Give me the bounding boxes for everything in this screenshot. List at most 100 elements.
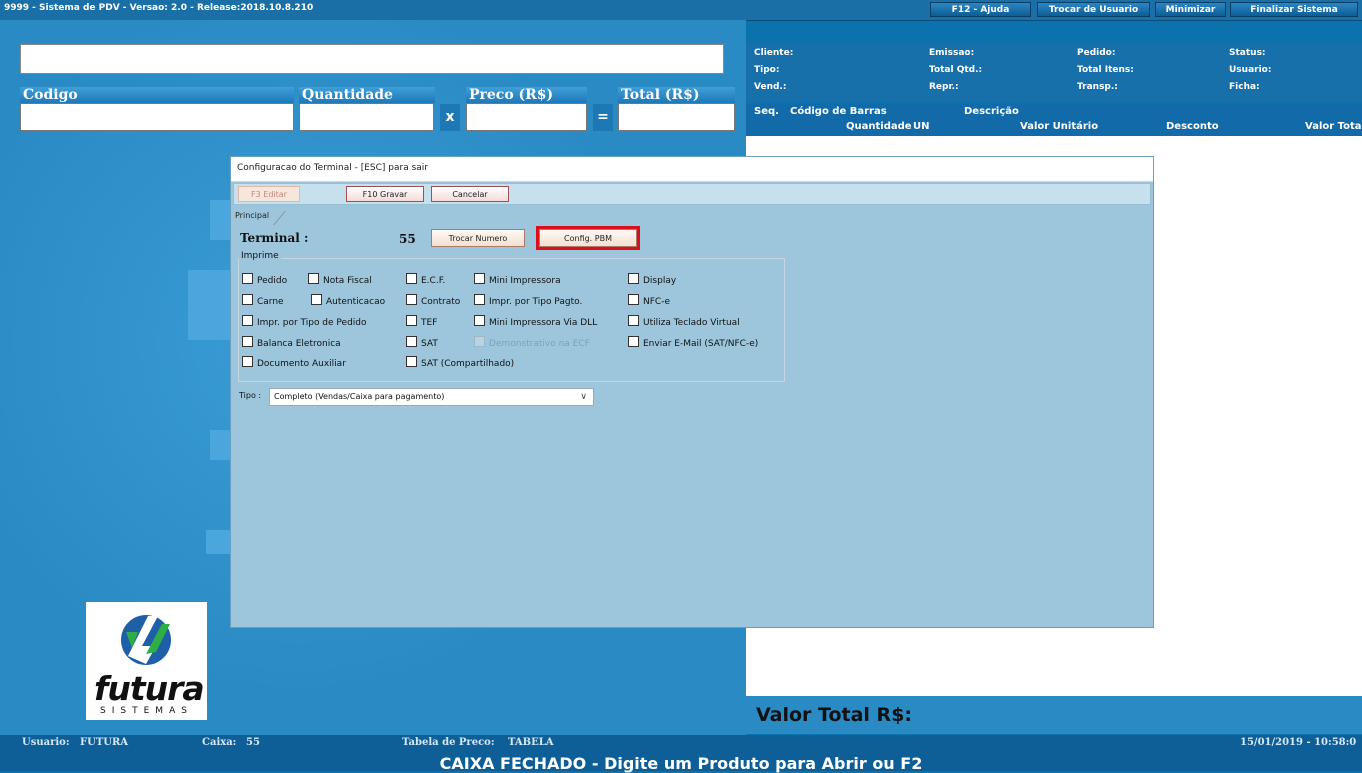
checkbox-label: SAT (Compartilhado): [421, 359, 515, 369]
checkbox-label: Enviar E-Mail (SAT/NFC-e): [643, 339, 759, 349]
status-usuario-label: Usuario:: [22, 737, 70, 748]
checkbox-balanca[interactable]: Balanca Eletronica: [242, 336, 341, 349]
checkbox-label: Autenticacao: [326, 297, 386, 307]
col-valor-unitario: Valor Unitário: [1020, 121, 1099, 132]
background-decoration: [188, 270, 236, 340]
help-button[interactable]: F12 - Ajuda: [930, 2, 1031, 17]
checkbox-ecf[interactable]: E.C.F.: [406, 273, 445, 286]
checkbox-autenticacao[interactable]: Autenticacao: [311, 294, 385, 307]
equals-sign: =: [593, 104, 613, 131]
status-tabela-value: TABELA: [508, 737, 554, 748]
checkbox-pedido[interactable]: Pedido: [242, 273, 287, 286]
caixa-status-message: CAIXA FECHADO - Digite um Produto para A…: [439, 754, 923, 773]
checkbox-icon: [406, 294, 417, 305]
checkbox-icon: [308, 273, 319, 284]
checkbox-label: NFC-e: [643, 297, 670, 307]
product-search-input[interactable]: [20, 44, 724, 74]
checkbox-label: Contrato: [421, 297, 461, 307]
checkbox-icon: [474, 294, 485, 305]
checkbox-label: Nota Fiscal: [323, 276, 372, 286]
checkbox-icon: [628, 294, 639, 305]
checkbox-nota-fiscal[interactable]: Nota Fiscal: [308, 273, 372, 286]
emissao-label: Emissao:: [929, 48, 975, 58]
title-bar: 9999 - Sistema de PDV - Versao: 2.0 - Re…: [0, 0, 1362, 21]
checkbox-icon: [628, 336, 639, 347]
checkbox-icon: [474, 315, 485, 326]
checkbox-icon: [628, 315, 639, 326]
edit-button[interactable]: F3 Editar: [238, 186, 300, 202]
checkbox-carne[interactable]: Carne: [242, 294, 284, 307]
checkbox-impr-tipo-pedido[interactable]: Impr. por Tipo de Pedido: [242, 315, 367, 328]
checkbox-nfce[interactable]: NFC-e: [628, 294, 670, 307]
status-usuario-value: FUTURA: [80, 737, 129, 748]
tab-divider: [273, 211, 300, 225]
valor-total-label: Valor Total R$:: [756, 704, 913, 726]
cancel-button[interactable]: Cancelar: [431, 186, 509, 202]
checkbox-icon: [242, 336, 253, 347]
tipo-select[interactable]: Completo (Vendas/Caixa para pagamento) ∨: [269, 388, 594, 406]
change-number-button[interactable]: Trocar Numero: [431, 229, 525, 247]
checkbox-label: TEF: [421, 318, 438, 328]
preco-label: Preco (R$): [466, 87, 587, 103]
checkbox-icon: [628, 273, 639, 284]
minimize-button[interactable]: Minimizar: [1155, 2, 1226, 17]
col-quantidade: Quantidade: [846, 121, 912, 132]
checkbox-enviar-email[interactable]: Enviar E-Mail (SAT/NFC-e): [628, 336, 758, 349]
col-seq: Seq.: [754, 106, 779, 117]
usuario-label: Usuario:: [1229, 65, 1272, 75]
checkbox-mini-impressora[interactable]: Mini Impressora: [474, 273, 561, 286]
terminal-number: 55: [399, 232, 416, 246]
total-qtd-label: Total Qtd.:: [929, 65, 983, 75]
checkbox-icon: [242, 273, 253, 284]
checkbox-icon: [242, 294, 253, 305]
codigo-input[interactable]: [20, 103, 294, 131]
checkbox-sat-compartilhado[interactable]: SAT (Compartilhado): [406, 356, 514, 369]
logo-text: futura: [94, 669, 205, 708]
preco-input[interactable]: [466, 103, 587, 131]
futura-logo: futura SISTEMAS: [86, 602, 207, 720]
transp-label: Transp.:: [1077, 82, 1118, 92]
checkbox-icon: [406, 315, 417, 326]
checkbox-icon: [242, 356, 253, 367]
checkbox-teclado-virtual[interactable]: Utiliza Teclado Virtual: [628, 315, 740, 328]
quantidade-label: Quantidade: [299, 87, 435, 103]
dialog-toolbar: F3 Editar F10 Gravar Cancelar: [233, 183, 1151, 205]
checkbox-sat[interactable]: SAT: [406, 336, 438, 349]
save-button[interactable]: F10 Gravar: [346, 186, 424, 202]
checkbox-mini-impressora-dll[interactable]: Mini Impressora Via DLL: [474, 315, 597, 328]
checkbox-label: Pedido: [257, 276, 288, 286]
tipo-label: Tipo:: [754, 65, 780, 75]
quantidade-input[interactable]: [299, 103, 434, 131]
checkbox-label: Mini Impressora Via DLL: [489, 318, 598, 328]
valor-total-panel: Valor Total R$:: [746, 696, 1362, 734]
checkbox-label: Impr. por Tipo Pagto.: [489, 297, 583, 307]
switch-user-button[interactable]: Trocar de Usuario: [1037, 2, 1150, 17]
window-title: 9999 - Sistema de PDV - Versao: 2.0 - Re…: [4, 3, 314, 13]
order-header: Cliente: Tipo: Vend.: Emissao: Total Qtd…: [746, 44, 1362, 102]
logo-subtext: SISTEMAS: [100, 706, 193, 716]
checkbox-contrato[interactable]: Contrato: [406, 294, 460, 307]
col-desconto: Desconto: [1166, 121, 1219, 132]
terminal-config-dialog: Configuracao do Terminal - [ESC] para sa…: [230, 156, 1154, 628]
exit-system-button[interactable]: Finalizar Sistema: [1230, 2, 1358, 17]
checkbox-impr-tipo-pagto[interactable]: Impr. por Tipo Pagto.: [474, 294, 582, 307]
checkbox-display[interactable]: Display: [628, 273, 676, 286]
checkbox-label: Balanca Eletronica: [257, 339, 341, 349]
repr-label: Repr.:: [929, 82, 959, 92]
checkbox-icon: [406, 356, 417, 367]
checkbox-icon: [406, 336, 417, 347]
tab-principal[interactable]: Principal: [235, 211, 269, 220]
total-itens-label: Total Itens:: [1077, 65, 1134, 75]
imprime-legend: Imprime: [239, 251, 281, 261]
status-caixa-value: 55: [246, 737, 260, 748]
terminal-label: Terminal :: [240, 231, 309, 245]
checkbox-icon: [242, 315, 253, 326]
checkbox-icon: [474, 273, 485, 284]
checkbox-documento-auxiliar[interactable]: Documento Auxiliar: [242, 356, 346, 369]
status-caixa-label: Caixa:: [202, 737, 237, 748]
total-input[interactable]: [618, 103, 735, 131]
status-bar: Usuario: FUTURA Caixa: 55 Tabela de Prec…: [0, 735, 1362, 773]
checkbox-tef[interactable]: TEF: [406, 315, 437, 328]
col-valor-total: Valor Total: [1305, 121, 1362, 132]
checkbox-label: Demonstrativo na ECF: [489, 339, 590, 349]
